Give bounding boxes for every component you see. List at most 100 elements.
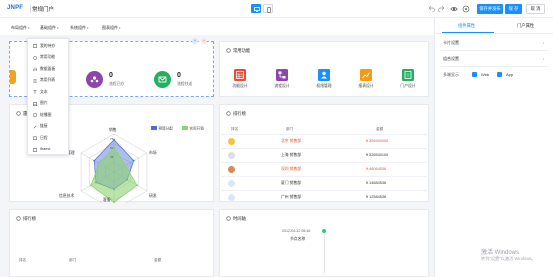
basic-components-menu[interactable]: 基础组件▾ <box>40 25 59 31</box>
section-divider <box>441 50 548 51</box>
tab-portal-props[interactable]: 门户属性 <box>517 23 534 29</box>
mobile-view-button[interactable] <box>263 4 273 13</box>
cc-flow-label: 流程抄送 <box>177 82 193 86</box>
basic-components-dropdown: 我的待办 常用功能 数据面板 常用列表 文本 图片 轮播图 链接 日程 ifra… <box>27 38 69 155</box>
settings-icon[interactable] <box>462 5 470 13</box>
preview-icon[interactable] <box>450 5 458 13</box>
portal-icon <box>402 69 414 81</box>
cc-flow-icon <box>154 71 171 88</box>
chevron-down-icon: ▾ <box>57 26 59 30</box>
done-flow-icon <box>86 71 103 88</box>
section-card-settings[interactable]: 卡片设置 <box>443 40 459 46</box>
logo-divider <box>30 5 31 13</box>
rank-medal-icon <box>228 166 235 173</box>
desktop-icon <box>254 6 260 12</box>
flow-icon <box>276 69 288 81</box>
column-header-rank: 排名 <box>19 258 27 262</box>
undo-icon[interactable] <box>427 5 435 13</box>
radar-series-1 <box>90 146 138 203</box>
delete-icon[interactable]: − <box>201 38 207 44</box>
menu-item-my-todo[interactable]: 我的待办 <box>28 41 70 51</box>
tick-label: 75 <box>110 137 114 141</box>
dept-name: 广州 销售部 <box>281 195 302 199</box>
dept-name: 上海 销售部 <box>281 153 302 157</box>
radar-point <box>113 146 115 149</box>
quick-link-permission[interactable]: 权限管理 <box>309 69 339 103</box>
layout-components-menu[interactable]: 布局组件▾ <box>11 25 30 31</box>
done-flow-count: 0 <box>109 72 113 79</box>
chart-components-menu[interactable]: 图表组件▾ <box>102 25 121 31</box>
chart-icon <box>360 69 372 81</box>
common-functions-panel[interactable]: 常用功能 功能设计 流程设计 权限管理 报表设计 门户设计 <box>219 41 429 97</box>
menu-item-iframe[interactable]: iframe <box>28 145 70 155</box>
mobile-icon <box>267 6 271 13</box>
save-button[interactable]: 保 存 <box>505 4 522 14</box>
menu-item-data-panel[interactable]: 数据面板 <box>28 64 70 74</box>
active-tab-indicator <box>442 32 494 33</box>
quick-link-portal-design[interactable]: 门户设计 <box>393 69 423 103</box>
menu-item-text[interactable]: 文本 <box>28 87 70 97</box>
chevron-right-icon[interactable]: › <box>543 40 544 45</box>
panel-title: 排行榜 <box>226 111 246 117</box>
table-row: 深圳 销售部 ¥ 46064536 <box>221 162 427 176</box>
radar-point <box>90 184 92 187</box>
amount: ¥ 12584536 <box>366 195 387 199</box>
panel-title: 排行榜 <box>16 216 36 222</box>
gear-icon <box>226 48 231 53</box>
table-row: 广州 销售部 ¥ 12584536 <box>221 190 427 204</box>
copy-icon[interactable]: + <box>192 38 198 44</box>
menu-item-carousel[interactable]: 轮播图 <box>28 110 70 120</box>
quick-link-function-design[interactable]: 功能设计 <box>225 69 255 103</box>
ranking-panel[interactable]: 排行榜 排名 部门 金额 北京 销售部 ¥ 356940000 上海 销售部 ¥ 52… <box>219 104 429 202</box>
menu-item-schedule[interactable]: 日程 <box>28 133 70 143</box>
text-icon <box>33 90 37 94</box>
chevron-right-icon[interactable]: › <box>543 56 544 61</box>
image-icon <box>33 101 37 106</box>
timeline-time: 2012-04-12 06:46 <box>282 229 311 233</box>
dept-name: 厦门 销售部 <box>281 181 302 185</box>
panel-edge-accent <box>10 70 16 84</box>
redo-icon[interactable] <box>438 5 446 13</box>
schedule-icon <box>33 136 37 140</box>
quick-link-report-design[interactable]: 报表设计 <box>351 69 381 103</box>
save-publish-button[interactable]: 保存并发布 <box>477 4 503 14</box>
table-row: 北京 销售部 ¥ 356940000 <box>221 134 427 148</box>
radar-point <box>93 159 96 162</box>
system-components-menu[interactable]: 系统组件▾ <box>70 25 89 31</box>
rank-medal-icon <box>228 180 235 187</box>
section-group-settings[interactable]: 组合设置 <box>443 56 459 62</box>
timeline-panel[interactable]: 时间轴 2012-04-12 06:46 节点名称 <box>219 209 429 277</box>
radar-point <box>124 164 127 167</box>
axis-label-rnd: 研发 <box>149 194 157 198</box>
amount: ¥ 14684536 <box>366 181 387 185</box>
section-divider <box>441 66 548 67</box>
cancel-button[interactable]: 取 消 <box>526 4 545 14</box>
axis-label-it: 信息技术 <box>59 194 75 198</box>
link-icon <box>33 125 37 128</box>
gear-icon <box>16 216 21 221</box>
gear-icon <box>33 55 37 60</box>
bottom-ranking-panel[interactable]: 排行榜 排名 部门 金额 <box>9 209 214 277</box>
menu-item-common-functions[interactable]: 常用功能 <box>28 53 70 63</box>
web-checkbox[interactable] <box>472 72 477 77</box>
app-logo: JNPF <box>7 5 24 11</box>
amount: ¥ 356940000 <box>366 139 389 143</box>
dept-name: 北京 销售部 <box>281 139 302 143</box>
column-header-amount: 金额 <box>154 258 162 262</box>
menu-item-common-list[interactable]: 常用列表 <box>28 76 70 86</box>
tick-label: 50 <box>110 146 114 150</box>
done-flow-label: 流程已办 <box>109 82 125 86</box>
quick-link-flow-design[interactable]: 流程设计 <box>267 69 297 103</box>
rank-medal-icon <box>228 152 235 159</box>
column-header-dept: 部门 <box>69 258 77 262</box>
menu-item-image[interactable]: 图片 <box>28 99 70 109</box>
rank-medal-icon <box>228 194 235 201</box>
menu-item-link[interactable]: 链接 <box>28 122 70 132</box>
list-icon <box>33 79 37 82</box>
radar-point <box>132 159 135 162</box>
multi-terminal-label: 多端显示 <box>443 72 459 77</box>
desktop-view-button[interactable] <box>251 4 261 13</box>
amount: ¥ 526540100 <box>366 153 389 157</box>
app-checkbox[interactable] <box>497 72 502 77</box>
tab-component-props[interactable]: 组件属性 <box>458 23 475 29</box>
